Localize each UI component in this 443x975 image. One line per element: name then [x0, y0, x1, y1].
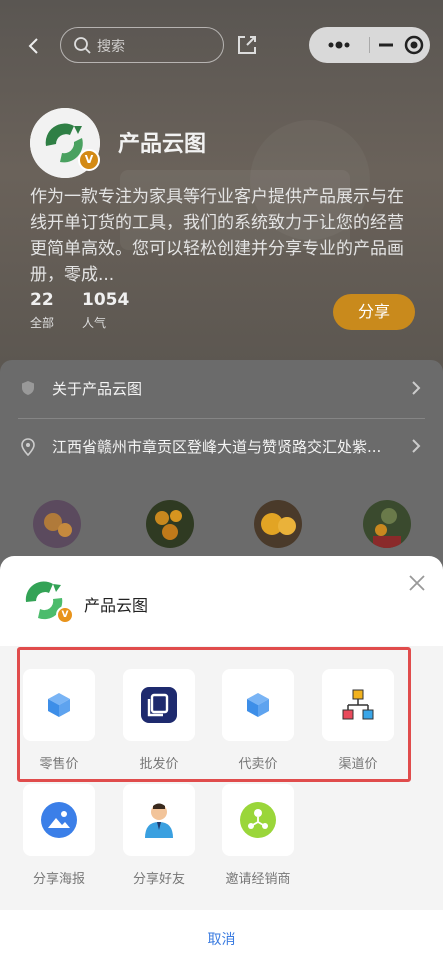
- minimize-icon[interactable]: [374, 33, 398, 57]
- chevron-right-icon: [409, 438, 423, 454]
- search-input[interactable]: 搜索: [60, 27, 224, 63]
- store-name: 产品云图: [118, 132, 207, 157]
- store-description: 作为一款专注为家具等行业客户提供产品展示与在线开单订货的工具，我们的系统致力于让…: [30, 187, 404, 285]
- search-icon: [73, 36, 93, 56]
- close-target-icon[interactable]: [402, 33, 426, 57]
- option-tile: [222, 784, 294, 856]
- product-thumbnail[interactable]: [254, 500, 302, 548]
- sheet-title: 产品云图: [84, 596, 149, 615]
- product-thumbnail[interactable]: [146, 500, 194, 548]
- sheet-header: V 产品云图: [0, 556, 443, 646]
- option-label: 分享海报: [32, 872, 85, 887]
- person-icon: [139, 800, 179, 840]
- cancel-bar: 取消: [0, 910, 443, 975]
- stat-total[interactable]: 22 全部: [30, 290, 54, 331]
- option-label: 分享好友: [132, 872, 185, 887]
- option-tile: [123, 784, 195, 856]
- option-share-friend[interactable]: 分享好友: [123, 784, 195, 887]
- shield-icon: [20, 380, 36, 396]
- back-icon[interactable]: [22, 34, 46, 58]
- stat-label: 全部: [30, 316, 55, 330]
- option-invite-dealer[interactable]: 邀请经销商: [222, 784, 294, 887]
- address-row[interactable]: 江西省赣州市章贡区登峰大道与赞贤路交汇处紫...: [0, 418, 443, 476]
- close-icon[interactable]: [406, 572, 428, 594]
- cancel-button[interactable]: 取消: [0, 910, 443, 975]
- network-icon: [238, 800, 278, 840]
- highlight-frame: [17, 647, 411, 782]
- product-thumbnail[interactable]: [363, 500, 411, 548]
- option-label: 邀请经销商: [225, 872, 291, 887]
- location-pin-icon: [20, 438, 36, 457]
- about-row[interactable]: 关于产品云图: [0, 360, 443, 418]
- stat-popularity: 1054 人气: [82, 290, 129, 331]
- stat-label: 人气: [82, 316, 107, 330]
- stat-value: 1054: [82, 290, 130, 310]
- mini-program-capsule: [309, 27, 430, 63]
- verified-badge: V: [56, 606, 74, 624]
- option-share-poster[interactable]: 分享海报: [23, 784, 95, 887]
- search-placeholder: 搜索: [97, 39, 125, 55]
- more-dots-icon[interactable]: [319, 33, 359, 57]
- option-tile: [23, 784, 95, 856]
- share-icon[interactable]: [234, 32, 260, 58]
- verified-badge: V: [78, 149, 100, 171]
- stat-value: 22: [30, 290, 54, 310]
- share-button[interactable]: 分享: [333, 294, 415, 330]
- product-thumbnail[interactable]: [33, 500, 81, 548]
- capsule-divider: [369, 37, 370, 53]
- about-label: 关于产品云图: [52, 380, 143, 398]
- chevron-right-icon: [409, 380, 423, 396]
- poster-icon: [39, 800, 79, 840]
- address-text: 江西省赣州市章贡区登峰大道与赞贤路交汇处紫...: [52, 438, 382, 456]
